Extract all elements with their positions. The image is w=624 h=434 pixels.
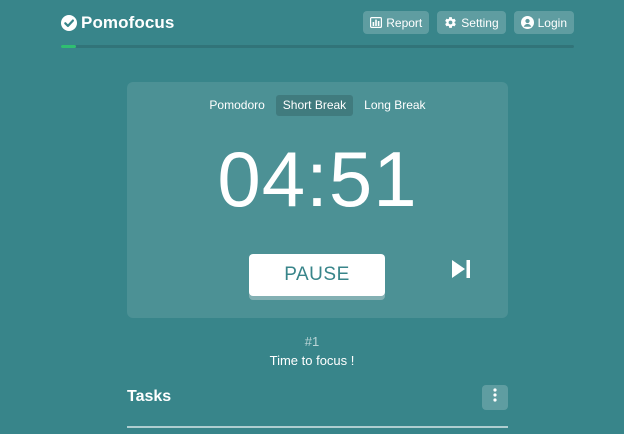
report-label: Report (386, 15, 423, 30)
mode-tabs: Pomodoro Short Break Long Break (127, 95, 508, 116)
tasks-divider (127, 426, 508, 428)
setting-button[interactable]: Setting (437, 11, 506, 34)
header: Pomofocus Report Setting Login (61, 8, 574, 38)
app-name: Pomofocus (81, 13, 175, 32)
tab-long-break[interactable]: Long Break (357, 95, 432, 116)
user-circle-icon (520, 16, 534, 29)
skip-next-icon (450, 258, 474, 280)
login-label: Login (537, 15, 567, 30)
timer-card: Pomodoro Short Break Long Break 04:51 PAUS… (127, 82, 508, 318)
nav-buttons: Report Setting Login (363, 11, 574, 34)
timer-display: 04:51 (217, 135, 418, 223)
tab-short-break[interactable]: Short Break (275, 95, 354, 116)
session-message: Time to focus ! (269, 353, 355, 368)
chart-icon (370, 17, 383, 28)
setting-label: Setting (461, 15, 499, 30)
tasks-menu-button[interactable] (482, 385, 508, 410)
login-button[interactable]: Login (513, 11, 574, 34)
skip-button[interactable] (450, 258, 474, 282)
session-count: #1 (304, 334, 320, 349)
gear-icon (444, 16, 457, 29)
timer-progress-fill (61, 45, 77, 48)
logo[interactable]: Pomofocus (61, 13, 174, 33)
report-button[interactable]: Report (363, 11, 430, 34)
tab-pomodoro[interactable]: Pomodoro (202, 95, 271, 116)
timer-progress-bar (61, 45, 574, 48)
check-circle-icon (61, 15, 77, 31)
pause-button[interactable]: PAUSE (249, 254, 385, 296)
tasks-heading: Tasks (127, 388, 172, 405)
kebab-menu-icon (493, 388, 497, 407)
